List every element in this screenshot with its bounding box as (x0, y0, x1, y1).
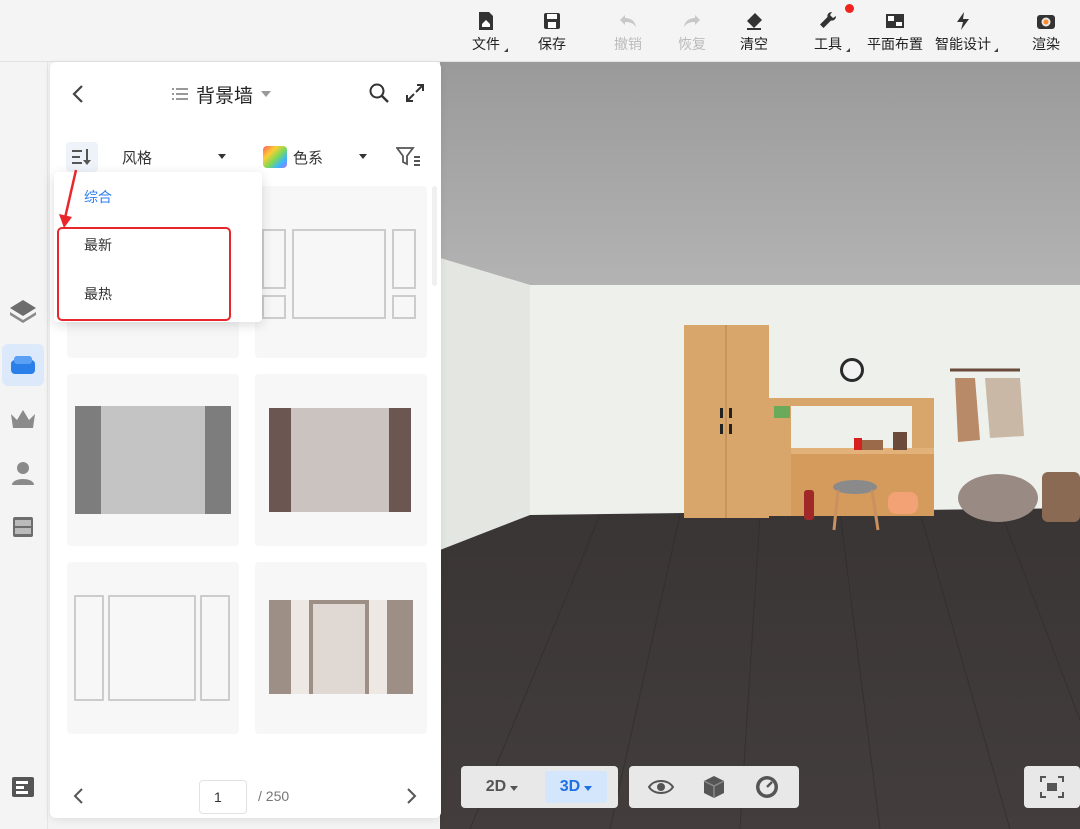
basket-right (1042, 472, 1080, 522)
notification-dot (845, 4, 854, 13)
caret-down-icon (584, 785, 593, 791)
page-number-input[interactable] (199, 780, 247, 814)
next-page-icon[interactable] (402, 786, 420, 806)
panel-title[interactable]: 背景墙 (172, 80, 272, 108)
save-button-label: 保存 (538, 37, 566, 53)
caret-down-icon (218, 154, 226, 159)
chevron-down-icon (261, 91, 272, 97)
view-2d-label: 2D (485, 778, 507, 795)
camera-icon (1037, 15, 1055, 29)
floor-plan-button-label: 平面布置 (867, 37, 923, 53)
file-button-label: 文件 (472, 37, 500, 53)
product-card-6[interactable] (255, 562, 427, 734)
tools-button-label: 工具 (814, 37, 842, 53)
sort-option-hottest[interactable]: 最热 (54, 275, 262, 315)
view-2d-button[interactable]: 2D (471, 771, 533, 803)
rail-layout-button[interactable] (2, 766, 44, 808)
redo-icon (684, 15, 700, 27)
user-icon (12, 462, 34, 485)
save-button[interactable]: 保存 (534, 6, 570, 58)
undo-button-label: 撤销 (614, 37, 642, 53)
layers-icon (10, 300, 36, 323)
top-toolbar: 文件 保存 撤销 恢复 清空 工具 平面布置 智能设计 渲染 (0, 0, 1080, 62)
color-palette-icon (263, 146, 287, 168)
tools-button[interactable]: 工具 (810, 4, 854, 58)
sort-dropdown-menu: 综合 最新 最热 (54, 172, 262, 322)
view-tools-group (629, 766, 799, 808)
eraser-icon (747, 13, 762, 30)
sort-icon (72, 149, 91, 165)
left-icon-rail (0, 62, 48, 829)
sort-option-comprehensive[interactable]: 综合 (54, 178, 262, 218)
clear-button-label: 清空 (740, 37, 768, 53)
render-button-label: 渲染 (1032, 37, 1060, 53)
screenshot-group (1024, 766, 1080, 808)
view-3d-label: 3D (559, 778, 581, 795)
crown-icon (11, 410, 35, 428)
rail-cabinet-button[interactable] (2, 506, 44, 548)
bean-bag (958, 474, 1038, 522)
cabinet-icon (13, 517, 33, 537)
file-home-icon (479, 12, 493, 30)
panel-title-text: 背景墙 (196, 84, 254, 107)
search-icon[interactable] (368, 82, 390, 104)
basket (888, 492, 918, 514)
style-filter-label: 风格 (122, 148, 153, 167)
wrench-icon (820, 12, 836, 28)
sort-button[interactable] (66, 142, 98, 172)
product-thumbnail (255, 186, 427, 358)
caret-down-icon (510, 785, 519, 791)
thermos (804, 490, 814, 520)
floor-plan-icon (886, 14, 904, 28)
sofa-icon (11, 356, 35, 374)
smart-design-button-label: 智能设计 (935, 37, 991, 53)
save-icon (544, 13, 560, 29)
smart-design-button[interactable]: 智能设计 (932, 6, 998, 58)
lightning-icon (957, 12, 969, 30)
expand-icon[interactable] (404, 82, 426, 104)
product-card-5[interactable] (67, 562, 239, 734)
rail-user-button[interactable] (2, 452, 44, 494)
color-filter-label: 色系 (293, 148, 324, 167)
ceiling (440, 62, 1080, 285)
eye-icon[interactable] (647, 773, 675, 801)
back-chevron-icon[interactable] (68, 82, 88, 106)
undo-icon (620, 15, 636, 27)
product-thumbnail (67, 562, 239, 734)
product-card-2[interactable] (255, 186, 427, 358)
style-filter-dropdown[interactable]: 风格 (122, 144, 232, 170)
prev-page-icon[interactable] (70, 786, 88, 806)
scrollbar[interactable] (432, 186, 437, 286)
redo-button[interactable]: 恢复 (674, 6, 710, 58)
filter-funnel-icon[interactable] (396, 146, 420, 168)
sort-option-newest[interactable]: 最新 (54, 226, 262, 266)
render-button[interactable]: 渲染 (1028, 6, 1064, 58)
rail-layers-button[interactable] (2, 290, 44, 332)
page-total: / 250 (258, 788, 290, 804)
product-card-4[interactable] (255, 374, 427, 546)
gauge-icon[interactable] (753, 773, 781, 801)
layout-icon (12, 777, 34, 797)
product-thumbnail (255, 374, 427, 546)
product-thumbnail (255, 562, 427, 734)
rail-furniture-button[interactable] (2, 344, 44, 386)
view-3d-button[interactable]: 3D (545, 771, 607, 803)
wardrobe (684, 325, 769, 518)
left-wall (440, 258, 530, 550)
screenshot-icon[interactable] (1038, 773, 1066, 801)
view-mode-switcher: 2D 3D (461, 766, 618, 808)
undo-button[interactable]: 撤销 (610, 6, 646, 58)
caret-down-icon (359, 154, 367, 159)
product-card-3[interactable] (67, 374, 239, 546)
floor-plan-button[interactable]: 平面布置 (864, 6, 926, 58)
color-filter-dropdown[interactable]: 色系 (263, 144, 367, 170)
redo-button-label: 恢复 (678, 37, 706, 53)
list-icon (172, 88, 188, 100)
product-thumbnail (67, 374, 239, 546)
file-button[interactable]: 文件 (468, 6, 508, 58)
rail-premium-button[interactable] (2, 398, 44, 440)
clear-button[interactable]: 清空 (736, 6, 772, 58)
cube-icon[interactable] (700, 773, 728, 801)
